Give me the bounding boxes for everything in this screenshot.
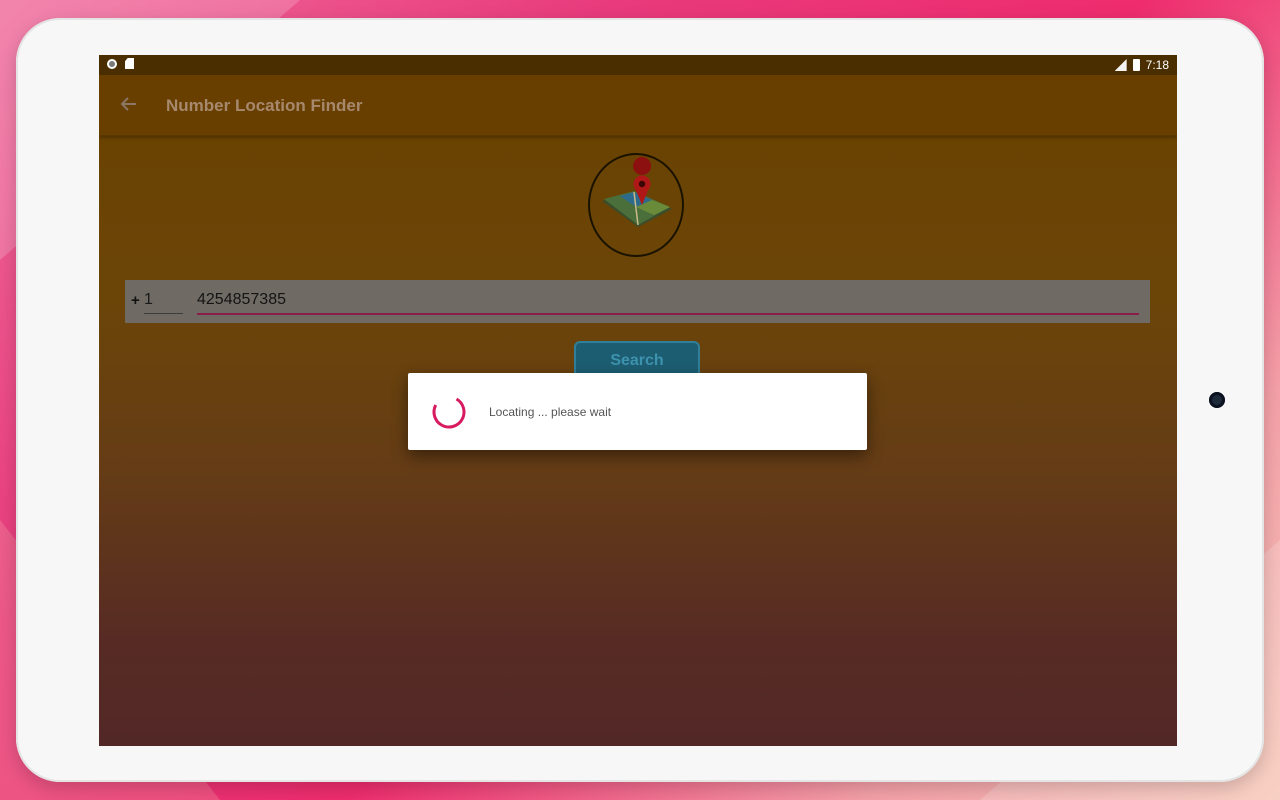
sd-card-icon (125, 58, 134, 69)
battery-icon (1132, 59, 1140, 71)
signal-icon (1114, 59, 1127, 71)
back-arrow-icon[interactable] (119, 94, 139, 114)
country-code-field[interactable]: 1 (144, 291, 153, 309)
app-logo (588, 153, 684, 257)
app-title: Number Location Finder (166, 96, 363, 115)
plus-sign: + (131, 292, 140, 309)
status-time: 7:18 (1145, 58, 1169, 72)
country-code-underline (144, 313, 183, 314)
phone-input-bar: + 1 4254857385 (125, 280, 1150, 323)
status-bar: 7:18 (99, 55, 1177, 75)
dialog-message: Locating ... please wait (489, 405, 612, 419)
device-screen: 7:18 Number Location Finder + 1 42548573… (99, 55, 1177, 746)
map-pin-icon (602, 157, 672, 227)
phone-number-field[interactable]: 4254857385 (197, 291, 286, 309)
record-icon (107, 58, 117, 69)
camera-icon (1209, 392, 1225, 408)
loading-spinner-icon (432, 395, 466, 429)
progress-dialog: Locating ... please wait (408, 373, 867, 450)
app-bar: Number Location Finder (99, 75, 1177, 136)
phone-number-underline (197, 313, 1139, 315)
